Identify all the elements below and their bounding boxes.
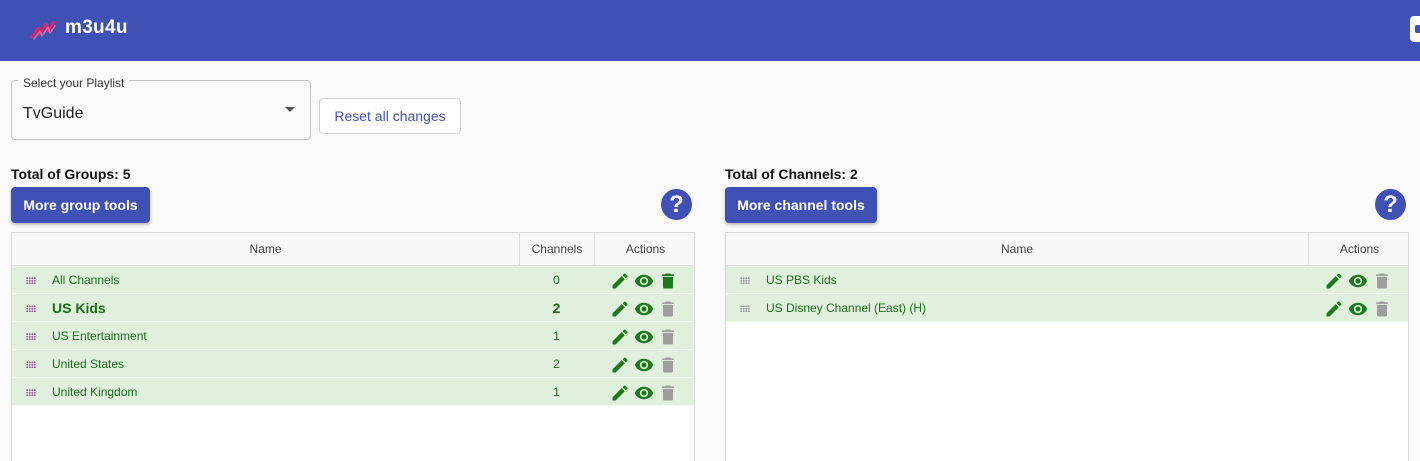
visibility-icon[interactable] [634, 327, 654, 347]
groups-col-name[interactable]: Name [12, 233, 519, 265]
group-row[interactable]: US Kids 2 [12, 294, 694, 322]
group-name: US Kids [52, 300, 106, 316]
total-channels-label: Total of Channels: 2 [725, 166, 858, 182]
groups-col-channels[interactable]: Channels [519, 233, 594, 265]
app-bar: m3u4u [0, 0, 1420, 61]
delete-icon [1372, 271, 1392, 291]
group-name: United States [52, 357, 125, 371]
zigzag-logo-icon [30, 20, 56, 40]
group-name: All Channels [52, 273, 120, 287]
channels-col-name[interactable]: Name [726, 233, 1308, 265]
visibility-icon[interactable] [634, 383, 654, 403]
group-row[interactable]: United States 2 [12, 350, 694, 378]
groups-col-actions: Actions [594, 233, 694, 265]
groups-table-header: Name Channels Actions [12, 233, 694, 266]
delete-icon [658, 355, 678, 375]
edit-icon[interactable] [1324, 299, 1344, 319]
channel-name: US Disney Channel (East) (H) [766, 301, 927, 315]
more-group-tools-button[interactable]: More group tools [11, 187, 150, 223]
dropdown-arrow-icon[interactable] [285, 107, 295, 112]
playlist-select-label: Select your Playlist [18, 76, 130, 90]
edit-icon[interactable] [1324, 271, 1344, 291]
group-row[interactable]: All Channels 0 [12, 266, 694, 294]
edit-icon[interactable] [610, 299, 630, 319]
channels-table: Name Actions US PBS Kids US Disney Channe… [725, 232, 1409, 461]
visibility-icon[interactable] [634, 355, 654, 375]
group-name: United Kingdom [52, 385, 138, 399]
drag-handle-icon[interactable] [26, 333, 36, 340]
groups-table: Name Channels Actions All Channels 0 US Ki… [11, 232, 695, 461]
edit-icon[interactable] [610, 327, 630, 347]
account-icon[interactable] [1410, 16, 1420, 42]
edit-icon[interactable] [610, 355, 630, 375]
drag-handle-icon[interactable] [26, 361, 36, 368]
drag-handle-icon[interactable] [740, 305, 750, 312]
groups-table-body: All Channels 0 US Kids 2 US Entertainment 1 Un… [12, 266, 694, 406]
group-row[interactable]: United Kingdom 1 [12, 378, 694, 406]
visibility-icon[interactable] [1348, 271, 1368, 291]
channel-row[interactable]: US PBS Kids [726, 266, 1408, 294]
groups-help-icon[interactable]: ? [661, 189, 692, 220]
channel-row[interactable]: US Disney Channel (East) (H) [726, 294, 1408, 322]
channels-table-header: Name Actions [726, 233, 1408, 266]
drag-handle-icon[interactable] [740, 277, 750, 284]
group-channel-count: 1 [553, 329, 560, 343]
group-channel-count: 1 [553, 385, 560, 399]
more-channel-tools-button[interactable]: More channel tools [725, 187, 877, 223]
channels-help-icon[interactable]: ? [1375, 189, 1406, 220]
group-channel-count: 0 [553, 273, 560, 287]
total-groups-label: Total of Groups: 5 [11, 166, 131, 182]
drag-handle-icon[interactable] [26, 277, 36, 284]
drag-handle-icon[interactable] [26, 305, 36, 312]
delete-icon [1372, 299, 1392, 319]
delete-icon [658, 327, 678, 347]
visibility-icon[interactable] [1348, 299, 1368, 319]
delete-icon [658, 299, 678, 319]
visibility-icon[interactable] [634, 271, 654, 291]
delete-icon [658, 383, 678, 403]
drag-handle-icon[interactable] [26, 389, 36, 396]
group-channel-count: 2 [552, 300, 561, 316]
channel-name: US PBS Kids [766, 273, 837, 287]
playlist-select-value[interactable]: TvGuide [23, 105, 83, 123]
group-name: US Entertainment [52, 329, 147, 343]
channels-col-actions: Actions [1308, 233, 1408, 265]
edit-icon[interactable] [610, 271, 630, 291]
group-channel-count: 2 [553, 357, 560, 371]
visibility-icon[interactable] [634, 299, 654, 319]
delete-icon[interactable] [658, 271, 678, 291]
app-title: m3u4u [65, 17, 128, 38]
channels-table-body: US PBS Kids US Disney Channel (East) (H) [726, 266, 1408, 322]
edit-icon[interactable] [610, 383, 630, 403]
reset-all-changes-button[interactable]: Reset all changes [319, 98, 461, 134]
group-row[interactable]: US Entertainment 1 [12, 322, 694, 350]
